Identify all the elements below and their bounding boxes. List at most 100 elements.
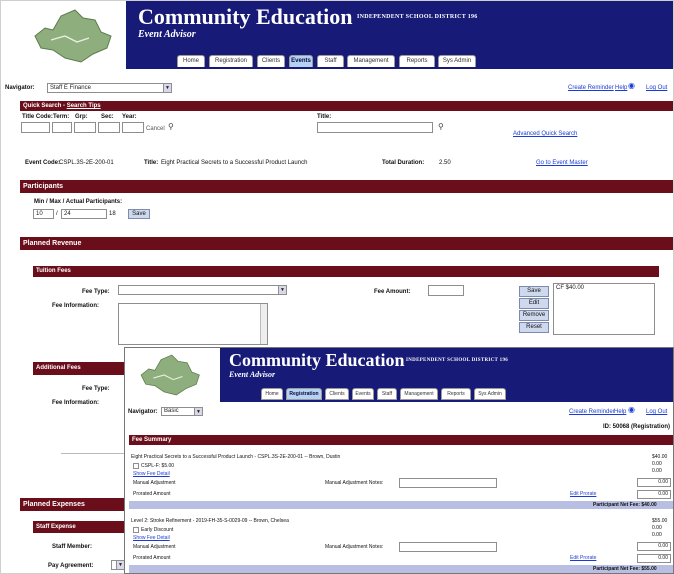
grp-input[interactable]	[74, 122, 96, 133]
edit-fee-button[interactable]: Edit	[519, 298, 549, 309]
quick-search-bar: Quick Search - Search Tips	[20, 101, 673, 111]
chevron-down-icon: ▼	[278, 286, 286, 294]
fee-checkbox[interactable]	[133, 463, 139, 469]
planned-expenses-bar: Planned Expenses	[20, 498, 125, 511]
search-icon[interactable]: ⚲	[438, 122, 444, 131]
navigator-value: Staff E Finance	[50, 85, 91, 91]
tab-clients[interactable]: Clients	[325, 388, 349, 400]
manual-adjustment-label: Manual Adjustment	[133, 480, 176, 486]
term-input[interactable]	[52, 122, 72, 133]
prorated-amount-label: Prorated Amount	[133, 491, 171, 497]
term-header: Term:	[53, 114, 70, 120]
prorated-amount-label: Prorated Amount	[133, 555, 171, 561]
additional-fee-type-label: Fee Type:	[82, 386, 110, 392]
logout-link[interactable]: Log Out	[646, 85, 667, 91]
help-icon[interactable]: ◉	[628, 405, 635, 414]
participants-bar: Participants	[20, 180, 673, 193]
scrollbar[interactable]	[260, 304, 267, 344]
district-name: INDEPENDENT SCHOOL DISTRICT 196	[357, 14, 478, 20]
navigator-select[interactable]: Staff E Finance ▼	[47, 83, 172, 93]
help-link[interactable]: Help	[614, 409, 626, 415]
navigator-label: Navigator:	[5, 85, 35, 91]
save-fee-button[interactable]: Save	[519, 286, 549, 297]
amount-value: 0.00	[652, 532, 662, 538]
min-participants-input[interactable]: 10	[33, 209, 54, 219]
chevron-down-icon: ▼	[163, 84, 171, 92]
create-reminder-link[interactable]: Create Reminder	[569, 409, 615, 415]
chevron-down-icon: ▼	[116, 561, 124, 569]
cancel-label[interactable]: Cancel	[146, 126, 165, 132]
show-fee-detail-link[interactable]: Show Fee Detail	[133, 471, 170, 477]
navigator-select[interactable]: Basic ▼	[161, 407, 203, 416]
grp-header: Grp:	[75, 114, 88, 120]
staff-member-label: Staff Member:	[52, 544, 93, 550]
district-name: INDEPENDENT SCHOOL DISTRICT 196	[406, 358, 509, 363]
actual-participants-value: 18	[109, 211, 116, 217]
year-input[interactable]	[122, 122, 144, 133]
fee-type-select[interactable]: ▼	[118, 285, 287, 295]
fee-check-label: CSPL-F: $5.00	[141, 463, 175, 469]
goto-event-master-link[interactable]: Go to Event Master	[536, 160, 588, 166]
manual-adjustment-notes-input[interactable]	[399, 478, 497, 488]
pay-agreement-label: Pay Agreement:	[48, 563, 94, 569]
create-reminder-link[interactable]: Create Reminder	[568, 85, 614, 91]
tab-home[interactable]: Home	[261, 388, 283, 400]
amount-input[interactable]: 0.00	[637, 554, 671, 563]
edit-prorate-link[interactable]: Edit Prorate	[570, 555, 596, 561]
tuition-fee-list[interactable]: CF $40.00	[553, 283, 655, 335]
tab-sys-admin[interactable]: Sys Admin	[474, 388, 506, 400]
show-fee-detail-link[interactable]: Show Fee Detail	[133, 535, 170, 541]
tab-rule	[220, 400, 673, 402]
app-subtitle: Event Advisor	[138, 29, 196, 40]
search-icon[interactable]: ⚲	[168, 122, 174, 131]
edit-prorate-link[interactable]: Edit Prorate	[570, 491, 596, 497]
event-title-label: Title:	[144, 160, 159, 166]
total-duration-label: Total Duration:	[382, 160, 425, 166]
reset-fee-button[interactable]: Reset	[519, 322, 549, 333]
tab-events[interactable]: Events	[352, 388, 374, 400]
fee-information-textarea[interactable]	[118, 303, 268, 345]
fee-checkbox[interactable]	[133, 527, 139, 533]
title-code-input[interactable]	[21, 122, 50, 133]
sec-input[interactable]	[98, 122, 120, 133]
divider	[61, 453, 125, 454]
app-title: Community Education	[229, 350, 405, 370]
tab-staff[interactable]: Staff	[377, 388, 397, 400]
amount-input[interactable]: 0.00	[637, 542, 671, 551]
tab-registration[interactable]: Registration	[286, 388, 322, 400]
entry-title: Level 2: Stroke Refinement - 2019-FH-35-…	[131, 518, 289, 524]
amount-input[interactable]: 0.00	[637, 490, 671, 499]
tuition-fee-list-item[interactable]: CF $40.00	[556, 285, 584, 291]
title-search-input[interactable]	[317, 122, 433, 133]
fee-amount-input[interactable]	[428, 285, 464, 296]
title-code-header: Title Code:	[22, 114, 53, 120]
search-tips-link[interactable]: Search Tips	[67, 103, 101, 109]
manual-adjustment-label: Manual Adjustment	[133, 544, 176, 550]
advanced-search-link[interactable]: Advanced Quick Search	[513, 131, 577, 137]
logout-link[interactable]: Log Out	[646, 409, 667, 415]
help-link[interactable]: Help	[615, 85, 627, 91]
help-icon[interactable]: ◉	[628, 81, 635, 90]
quick-search-title: Quick Search -	[23, 103, 66, 109]
pay-agreement-select[interactable]: ▼	[111, 560, 125, 570]
amount-value: 0.00	[652, 461, 662, 467]
app-subtitle: Event Advisor	[229, 370, 276, 379]
amount-value: $55.00	[652, 518, 668, 524]
tab-management[interactable]: Management	[400, 388, 438, 400]
participant-net-fee: Participant Net Fee: $40.00	[593, 502, 657, 508]
amount-value: 0.00	[652, 468, 662, 474]
manual-adjustment-notes-input[interactable]	[399, 542, 497, 552]
max-participants-input[interactable]: 24	[61, 209, 107, 219]
manual-adjustment-notes-label: Manual Adjustment Notes:	[325, 544, 384, 550]
save-participants-button[interactable]: Save	[128, 209, 150, 219]
registration-screen: Community Education INDEPENDENT SCHOOL D…	[124, 347, 674, 574]
entry-title: Eight Practical Secrets to a Successful …	[131, 454, 341, 460]
remove-fee-button[interactable]: Remove	[519, 310, 549, 321]
fee-type-label: Fee Type:	[82, 289, 110, 295]
staff-expense-bar: Staff Expense	[33, 521, 125, 533]
total-duration-value: 2.50	[439, 160, 451, 166]
district-map-logo	[140, 354, 200, 396]
amount-input[interactable]: 0.00	[637, 478, 671, 487]
event-title-value: Eight Practical Secrets to a Successful …	[161, 160, 308, 166]
tab-reports[interactable]: Reports	[441, 388, 471, 400]
